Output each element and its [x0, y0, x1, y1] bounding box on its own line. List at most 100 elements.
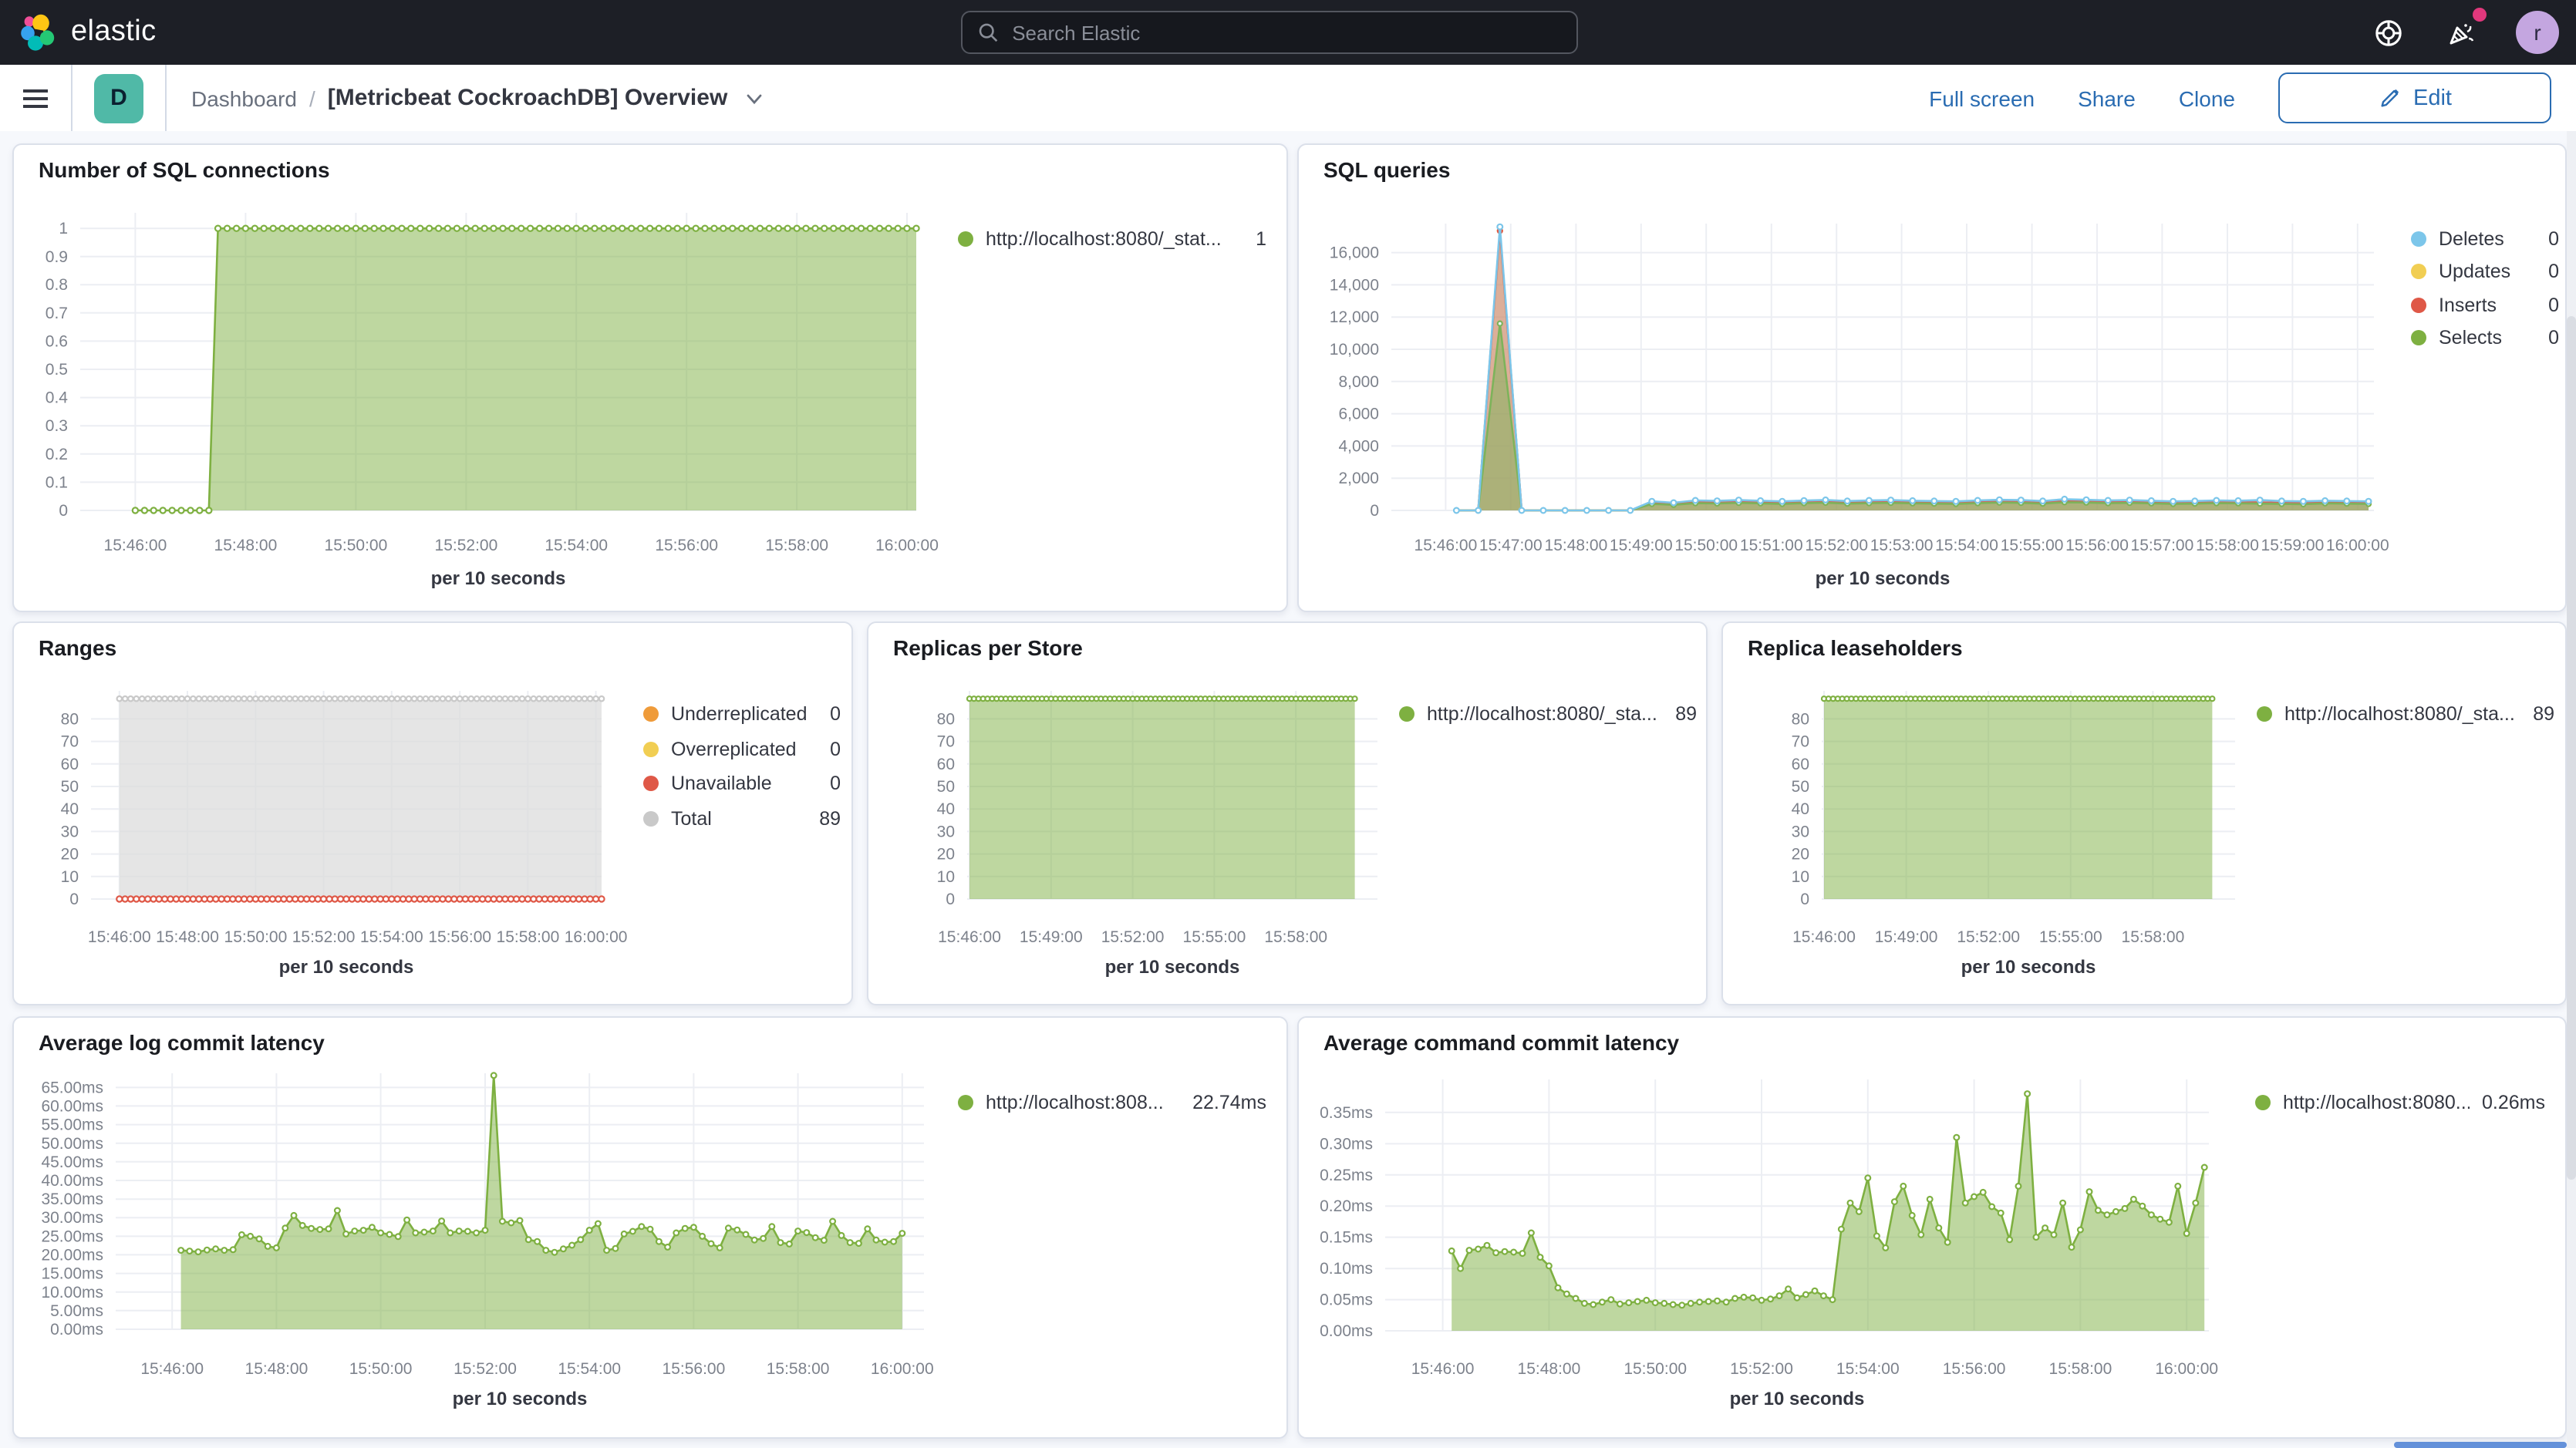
svg-text:15:55:00: 15:55:00: [2039, 928, 2102, 946]
svg-text:55.00ms: 55.00ms: [41, 1116, 103, 1134]
legend-item[interactable]: Inserts0: [2411, 288, 2559, 322]
newsfeed-button[interactable]: [2440, 11, 2483, 54]
svg-text:15:54:00: 15:54:00: [545, 537, 608, 554]
legend-item[interactable]: Total89: [643, 801, 841, 836]
legend-swatch: [2255, 1095, 2271, 1110]
legend-label: Selects: [2439, 328, 2536, 349]
svg-text:15:50:00: 15:50:00: [325, 537, 388, 554]
legend-swatch: [643, 811, 659, 827]
breadcrumb-dashboard-link[interactable]: Dashboard: [191, 86, 297, 110]
svg-text:0.7: 0.7: [46, 305, 68, 322]
svg-text:15:49:00: 15:49:00: [1020, 928, 1083, 946]
legend-value: 0: [2548, 261, 2559, 283]
svg-text:15:55:00: 15:55:00: [2001, 537, 2064, 554]
space-badge[interactable]: D: [94, 73, 143, 123]
svg-text:15:54:00: 15:54:00: [1935, 537, 1998, 554]
menu-button[interactable]: [0, 89, 71, 107]
svg-text:15:58:00: 15:58:00: [2122, 928, 2185, 946]
svg-text:70: 70: [1792, 733, 1809, 751]
legend-item[interactable]: http://localhost:8080/_sta...89: [2257, 697, 2554, 731]
svg-text:per 10 seconds: per 10 seconds: [1730, 1389, 1865, 1409]
legend-item[interactable]: http://localhost:8080...0.26ms: [2255, 1086, 2545, 1120]
panel-replicas-per-store[interactable]: Replicas per Store 0102030405060708015:4…: [867, 621, 1708, 1005]
legend-item[interactable]: Updates 0: [2411, 255, 2559, 288]
svg-text:0.00ms: 0.00ms: [1320, 1322, 1373, 1340]
legend-item[interactable]: Deletes0: [2411, 222, 2559, 255]
page-title: [Metricbeat CockroachDB] Overview: [328, 85, 728, 111]
clone-button[interactable]: Clone: [2179, 86, 2235, 110]
legend-label: http://localhost:808...: [986, 1092, 1180, 1113]
panel-title: Number of SQL connections: [39, 157, 330, 182]
chart-replicas-per-store[interactable]: 0102030405060708015:46:0015:49:0015:52:0…: [868, 623, 1706, 1004]
legend-item[interactable]: Underreplicated0: [643, 697, 841, 732]
vertical-scrollbar[interactable]: [2567, 131, 2576, 1448]
chart-number-of-sql-connections[interactable]: 00.10.20.30.40.50.60.70.80.9115:46:0015:…: [14, 145, 1286, 611]
panel-average-command-commit-latency[interactable]: Average command commit latency 0.00ms0.0…: [1297, 1016, 2567, 1439]
chart-sql-queries[interactable]: 02,0004,0006,0008,00010,00012,00014,0001…: [1299, 145, 2565, 611]
toolbar: D Dashboard / [Metricbeat CockroachDB] O…: [0, 65, 2576, 133]
chart-average-log-commit-latency[interactable]: 0.00ms5.00ms10.00ms15.00ms20.00ms25.00ms…: [14, 1018, 1286, 1437]
svg-text:30.00ms: 30.00ms: [41, 1209, 103, 1227]
panel-average-log-commit-latency[interactable]: Average log commit latency 0.00ms5.00ms1…: [12, 1016, 1288, 1439]
svg-text:15:46:00: 15:46:00: [1411, 1360, 1475, 1378]
panel-number-of-sql-connections[interactable]: Number of SQL connections 00.10.20.30.40…: [12, 143, 1288, 612]
legend-value: 0: [2548, 328, 2559, 349]
vertical-scrollbar-thumb[interactable]: [2567, 316, 2576, 1180]
global-search[interactable]: [961, 11, 1578, 54]
chart-replica-leaseholders[interactable]: 0102030405060708015:46:0015:49:0015:52:0…: [1723, 623, 2565, 1004]
svg-text:80: 80: [61, 710, 79, 728]
panel-ranges[interactable]: Ranges 0102030405060708015:46:0015:48:00…: [12, 621, 853, 1005]
news-icon: [2446, 17, 2477, 48]
chart-ranges[interactable]: 0102030405060708015:46:0015:48:0015:50:0…: [14, 623, 851, 1004]
elastic-logo[interactable]: elastic: [19, 12, 157, 52]
legend-item[interactable]: Selects 0: [2411, 322, 2559, 355]
pencil-icon: [2378, 86, 2401, 109]
legend-item[interactable]: http://localhost:8080/_stat...1: [958, 222, 1266, 256]
svg-text:35.00ms: 35.00ms: [41, 1190, 103, 1208]
legend-item[interactable]: http://localhost:8080/_sta...89: [1399, 697, 1697, 731]
svg-text:15:59:00: 15:59:00: [2261, 537, 2325, 554]
svg-text:15:48:00: 15:48:00: [1518, 1360, 1581, 1378]
chart-average-command-commit-latency[interactable]: 0.00ms0.05ms0.10ms0.15ms0.20ms0.25ms0.30…: [1299, 1018, 2565, 1437]
svg-text:20: 20: [1792, 846, 1809, 864]
chart-legend: http://localhost:8080...0.26ms: [2255, 1086, 2545, 1120]
elastic-logo-icon: [19, 12, 59, 52]
search-input[interactable]: [1009, 19, 1561, 45]
svg-text:0.05ms: 0.05ms: [1320, 1291, 1373, 1309]
legend-value: 0: [2548, 295, 2559, 316]
svg-text:50.00ms: 50.00ms: [41, 1135, 103, 1153]
title-menu-button[interactable]: [743, 87, 764, 109]
full-screen-button[interactable]: Full screen: [1929, 86, 2035, 110]
edit-button[interactable]: Edit: [2278, 72, 2551, 123]
svg-text:per 10 seconds: per 10 seconds: [1105, 957, 1240, 978]
svg-text:15:46:00: 15:46:00: [140, 1360, 204, 1378]
panel-title: SQL queries: [1323, 157, 1450, 182]
share-button[interactable]: Share: [2078, 86, 2136, 110]
legend-item[interactable]: http://localhost:808...22.74ms: [958, 1086, 1266, 1120]
user-avatar[interactable]: r: [2516, 11, 2559, 54]
legend-item[interactable]: Overreplicated0: [643, 732, 841, 766]
chart-legend: http://localhost:808...22.74ms: [958, 1086, 1266, 1120]
svg-text:40: 40: [61, 800, 79, 818]
svg-text:15:54:00: 15:54:00: [1836, 1360, 1900, 1378]
svg-text:0: 0: [59, 502, 68, 520]
help-button[interactable]: [2366, 11, 2409, 54]
svg-text:15:52:00: 15:52:00: [1957, 928, 2020, 946]
horizontal-scrollbar-thumb[interactable]: [2394, 1442, 2567, 1448]
panel-title: Average log commit latency: [39, 1030, 325, 1055]
legend-value: 0: [2548, 228, 2559, 250]
svg-text:15.00ms: 15.00ms: [41, 1265, 103, 1283]
svg-text:15:58:00: 15:58:00: [2196, 537, 2259, 554]
svg-text:15:48:00: 15:48:00: [245, 1360, 309, 1378]
legend-label: Unavailable: [671, 773, 818, 795]
top-nav: elastic r: [0, 0, 2576, 65]
legend-label: Updates: [2439, 261, 2536, 283]
panel-replica-leaseholders[interactable]: Replica leaseholders 0102030405060708015…: [1721, 621, 2567, 1005]
svg-text:60: 60: [937, 756, 955, 773]
legend-item[interactable]: Unavailable0: [643, 766, 841, 801]
svg-text:15:53:00: 15:53:00: [1870, 537, 1934, 554]
panel-sql-queries[interactable]: SQL queries 02,0004,0006,0008,00010,0001…: [1297, 143, 2567, 612]
svg-text:70: 70: [937, 733, 955, 751]
svg-text:15:46:00: 15:46:00: [1414, 537, 1478, 554]
svg-text:per 10 seconds: per 10 seconds: [1816, 568, 1951, 589]
